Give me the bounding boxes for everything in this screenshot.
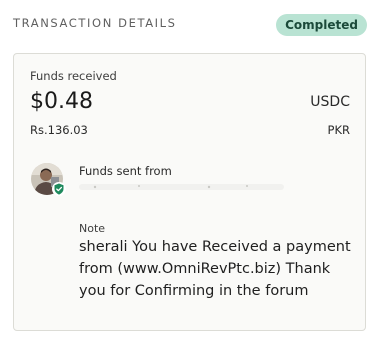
funds-received-label: Funds received [30, 69, 117, 83]
amount-value: $0.48 [30, 89, 93, 114]
sender-avatar [31, 163, 66, 196]
section-title: TRANSACTION DETAILS [13, 16, 177, 30]
currency-code: USDC [310, 94, 350, 110]
funds-sent-from-label: Funds sent from [79, 164, 172, 178]
transaction-card: Funds received $0.48 USDC Rs.136.03 PKR … [13, 53, 366, 331]
note-label: Note [79, 222, 106, 235]
local-amount-value: Rs.136.03 [30, 123, 88, 137]
note-text: sherali You have Received a payment from… [79, 239, 351, 299]
transaction-header: TRANSACTION DETAILS Completed [13, 10, 367, 38]
local-currency-code: PKR [327, 123, 350, 137]
status-badge: Completed [276, 14, 367, 36]
shield-check-icon [52, 182, 66, 196]
sender-redacted-address [79, 184, 284, 190]
